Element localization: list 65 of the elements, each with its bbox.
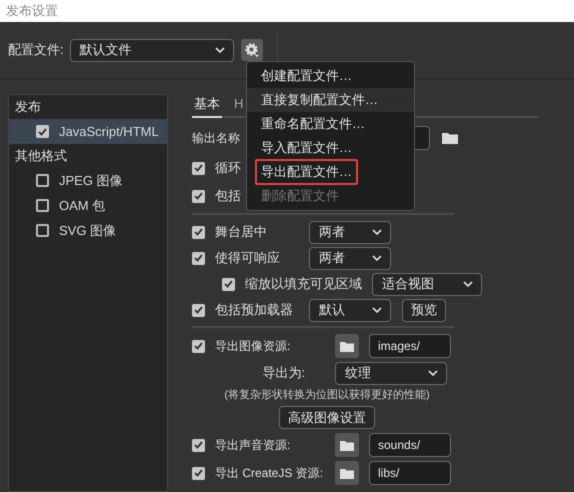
settings-icon bbox=[244, 42, 260, 58]
chevron-down-icon bbox=[372, 255, 382, 261]
tab[interactable]: 基本 bbox=[192, 94, 222, 118]
checkbox[interactable] bbox=[36, 174, 49, 187]
preview-button[interactable]: 预览 bbox=[402, 298, 446, 322]
path-field[interactable]: libs/ bbox=[369, 461, 451, 485]
chevron-down-icon bbox=[372, 229, 382, 235]
option-label: 包括预加载器 bbox=[215, 301, 294, 320]
option-label: 导出声音资源: bbox=[215, 437, 292, 454]
option-label: 缩放以填充可见区域 bbox=[245, 275, 362, 294]
checkbox[interactable] bbox=[192, 304, 205, 316]
option-label: 舞台居中 bbox=[215, 223, 268, 242]
checkbox[interactable] bbox=[192, 466, 205, 480]
tab[interactable]: H bbox=[234, 94, 244, 118]
menu-item[interactable]: 创建配置文件… bbox=[255, 63, 358, 89]
dropdown[interactable]: 纹理 bbox=[335, 362, 447, 384]
folder-icon bbox=[340, 440, 354, 450]
output-name-label: 输出名称 bbox=[192, 130, 241, 147]
section-title: 其他格式 bbox=[15, 147, 67, 166]
profile-dropdown[interactable]: 默认文件 bbox=[70, 38, 234, 62]
sidebar-item[interactable]: SVG 图像 bbox=[9, 218, 167, 243]
section-title: 发布 bbox=[15, 98, 41, 116]
settings-button[interactable] bbox=[240, 39, 263, 61]
folder-icon bbox=[340, 468, 354, 478]
checkbox[interactable] bbox=[192, 162, 205, 174]
option-label: 导出 CreateJS 资源: bbox=[215, 465, 324, 482]
sidebar-item[interactable]: JavaScript/HTML bbox=[9, 119, 167, 144]
checkbox[interactable] bbox=[192, 340, 205, 352]
checkbox[interactable] bbox=[36, 199, 49, 212]
path-field[interactable]: images/ bbox=[369, 334, 451, 358]
window-title: 发布设置 bbox=[6, 2, 58, 20]
menu-item[interactable]: 导入配置文件… bbox=[255, 135, 358, 161]
advanced-image-settings-button[interactable]: 高级图像设置 bbox=[279, 406, 375, 429]
path-field[interactable]: sounds/ bbox=[369, 433, 451, 457]
option-label: 导出图像资源: bbox=[215, 338, 292, 355]
option-label: 包括 bbox=[215, 187, 241, 206]
sidebar-item[interactable]: OAM 包 bbox=[9, 193, 167, 218]
checkbox[interactable] bbox=[192, 252, 205, 264]
folder-button[interactable] bbox=[335, 461, 359, 485]
checkbox[interactable] bbox=[192, 226, 205, 238]
chevron-down-icon bbox=[372, 307, 382, 313]
menu-item[interactable]: 导出配置文件… bbox=[255, 159, 358, 185]
checkbox[interactable] bbox=[36, 224, 49, 237]
hint-text: (将复杂形状转换为位图以获得更好的性能) bbox=[224, 388, 430, 403]
chevron-down-icon bbox=[463, 281, 473, 287]
option-label: 循环 bbox=[215, 159, 241, 178]
dropdown[interactable]: 两者 bbox=[309, 246, 391, 270]
profile-label: 配置文件: bbox=[8, 41, 64, 60]
folder-button[interactable] bbox=[335, 334, 359, 358]
dropdown[interactable]: 适合视图 bbox=[372, 272, 482, 296]
chevron-down-icon bbox=[428, 370, 438, 376]
dropdown[interactable]: 两者 bbox=[309, 220, 391, 244]
menu-item[interactable]: 重命名配置文件… bbox=[255, 111, 371, 137]
chevron-down-icon bbox=[214, 47, 225, 53]
checkbox[interactable] bbox=[36, 125, 49, 138]
dropdown[interactable]: 默认 bbox=[309, 298, 391, 322]
option-label: 使得可响应 bbox=[215, 249, 281, 268]
folder-button[interactable] bbox=[335, 433, 359, 457]
folder-icon bbox=[340, 340, 354, 352]
checkbox[interactable] bbox=[222, 278, 235, 290]
option-label: 导出为: bbox=[261, 364, 306, 382]
folder-icon[interactable] bbox=[442, 132, 458, 144]
checkbox[interactable] bbox=[192, 438, 205, 452]
sidebar-item[interactable]: JPEG 图像 bbox=[9, 168, 167, 193]
checkbox[interactable] bbox=[192, 190, 205, 202]
